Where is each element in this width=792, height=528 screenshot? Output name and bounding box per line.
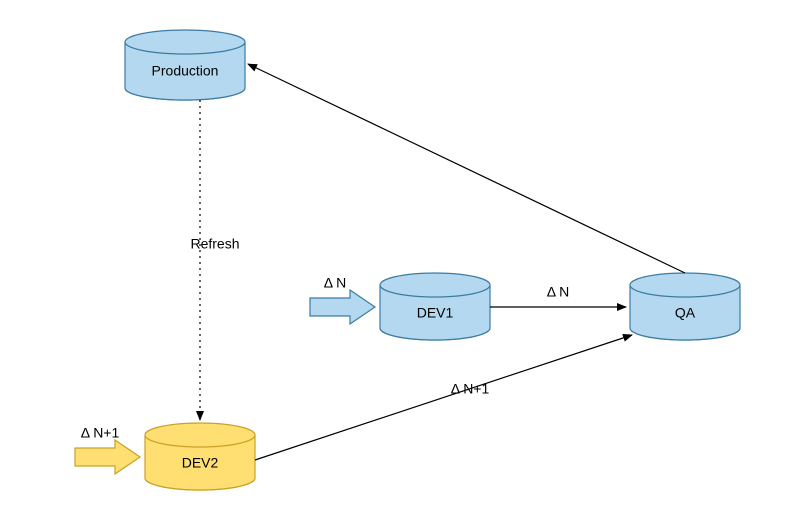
- node-dev2-label: DEV2: [182, 455, 219, 471]
- node-dev1-label: DEV1: [417, 305, 454, 321]
- edge-dev1-to-qa: Δ N: [490, 284, 626, 307]
- edge-dev2-to-qa: Δ N+1: [255, 335, 632, 460]
- edge-dev1-to-qa-label: Δ N: [547, 284, 570, 300]
- input-arrow-dev2: Δ N+1: [75, 425, 140, 474]
- node-qa-label: QA: [675, 305, 696, 321]
- input-arrow-dev1-label: Δ N: [324, 275, 347, 291]
- edge-qa-to-prod: [248, 64, 685, 273]
- edge-refresh: Refresh: [190, 100, 239, 420]
- node-dev1: DEV1: [380, 273, 490, 340]
- node-qa: QA: [630, 273, 740, 340]
- edge-refresh-label: Refresh: [190, 236, 239, 252]
- node-dev2: DEV2: [145, 423, 255, 490]
- input-arrow-dev2-label: Δ N+1: [81, 425, 120, 441]
- input-arrow-dev1: Δ N: [310, 275, 375, 324]
- node-production: Production: [125, 30, 245, 100]
- diagram-canvas: Production DEV1 QA DEV2 Δ N Δ N+1 Refres…: [0, 0, 792, 528]
- node-production-label: Production: [152, 63, 219, 79]
- edge-dev2-to-qa-label: Δ N+1: [451, 381, 490, 397]
